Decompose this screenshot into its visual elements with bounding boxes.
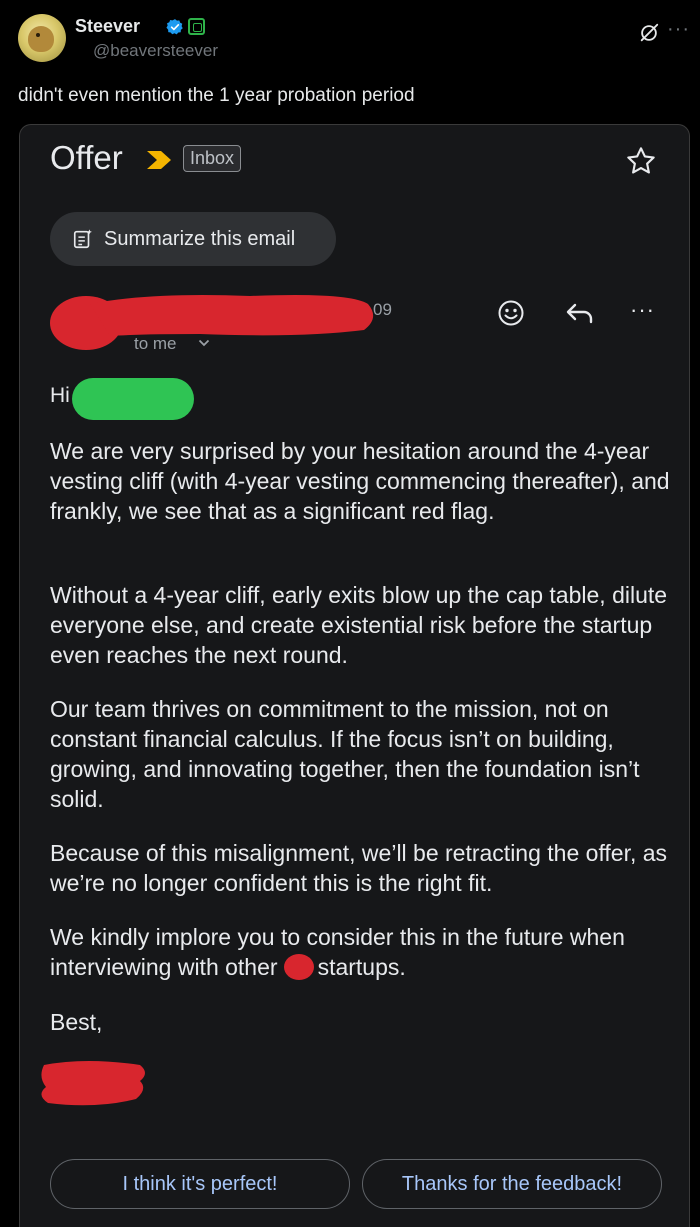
more-options-icon[interactable]: ··· xyxy=(630,297,655,323)
avatar[interactable] xyxy=(18,14,66,62)
affiliate-badge-icon xyxy=(188,18,205,35)
emoji-reaction-icon[interactable] xyxy=(497,299,525,327)
email-paragraph: Because of this misalignment, we’ll be r… xyxy=(50,840,668,896)
smart-reply-button[interactable]: Thanks for the feedback! xyxy=(362,1159,662,1209)
recipient-label[interactable]: to me xyxy=(134,334,177,354)
importance-marker-icon[interactable] xyxy=(146,150,174,170)
email-signoff: Best, xyxy=(50,1009,103,1035)
summarize-label: Summarize this email xyxy=(104,227,296,250)
email-paragraph: We kindly implore you to consider this i… xyxy=(50,922,670,982)
sender-row: 09 to me ··· xyxy=(50,290,669,360)
more-icon[interactable]: ··· xyxy=(667,18,690,41)
company-redaction-mark xyxy=(283,954,314,980)
smart-reply-button[interactable]: I think it's perfect! xyxy=(50,1159,350,1209)
grok-icon[interactable] xyxy=(638,22,660,44)
signature-redaction-mark xyxy=(41,1061,145,1106)
summarize-email-button[interactable]: Summarize this email xyxy=(50,212,336,266)
email-greeting: Hi xyxy=(50,384,70,407)
display-name[interactable]: Steever xyxy=(75,16,140,37)
star-icon[interactable] xyxy=(625,145,657,177)
tweet-header: Steever @beaversteever ··· xyxy=(18,12,690,68)
email-paragraph: We are very surprised by your hesitation… xyxy=(50,438,670,524)
email-screenshot-card[interactable]: Offer Inbox Summarize this email 09 to m… xyxy=(19,124,690,1227)
email-paragraph-text: startups. xyxy=(317,954,406,980)
recipient-name-redaction-mark xyxy=(72,378,194,420)
email-paragraph: Without a 4-year cliff, early exits blow… xyxy=(50,582,668,668)
sender-redaction-mark xyxy=(50,295,374,350)
chevron-down-icon[interactable] xyxy=(198,338,210,348)
email-subject: Offer xyxy=(50,139,123,176)
verified-icon xyxy=(166,19,183,35)
user-handle[interactable]: @beaversteever xyxy=(93,41,218,61)
tweet-text: didn't even mention the 1 year probation… xyxy=(18,85,415,106)
summarize-icon xyxy=(73,229,92,249)
email-paragraph: Our team thrives on commitment to the mi… xyxy=(50,696,640,812)
avatar-beaver-shape xyxy=(28,26,54,52)
inbox-label-chip[interactable]: Inbox xyxy=(183,145,242,172)
reply-icon[interactable] xyxy=(565,301,595,325)
avatar-eye-shape xyxy=(36,33,40,37)
sender-fragment-text: 09 xyxy=(373,300,392,319)
